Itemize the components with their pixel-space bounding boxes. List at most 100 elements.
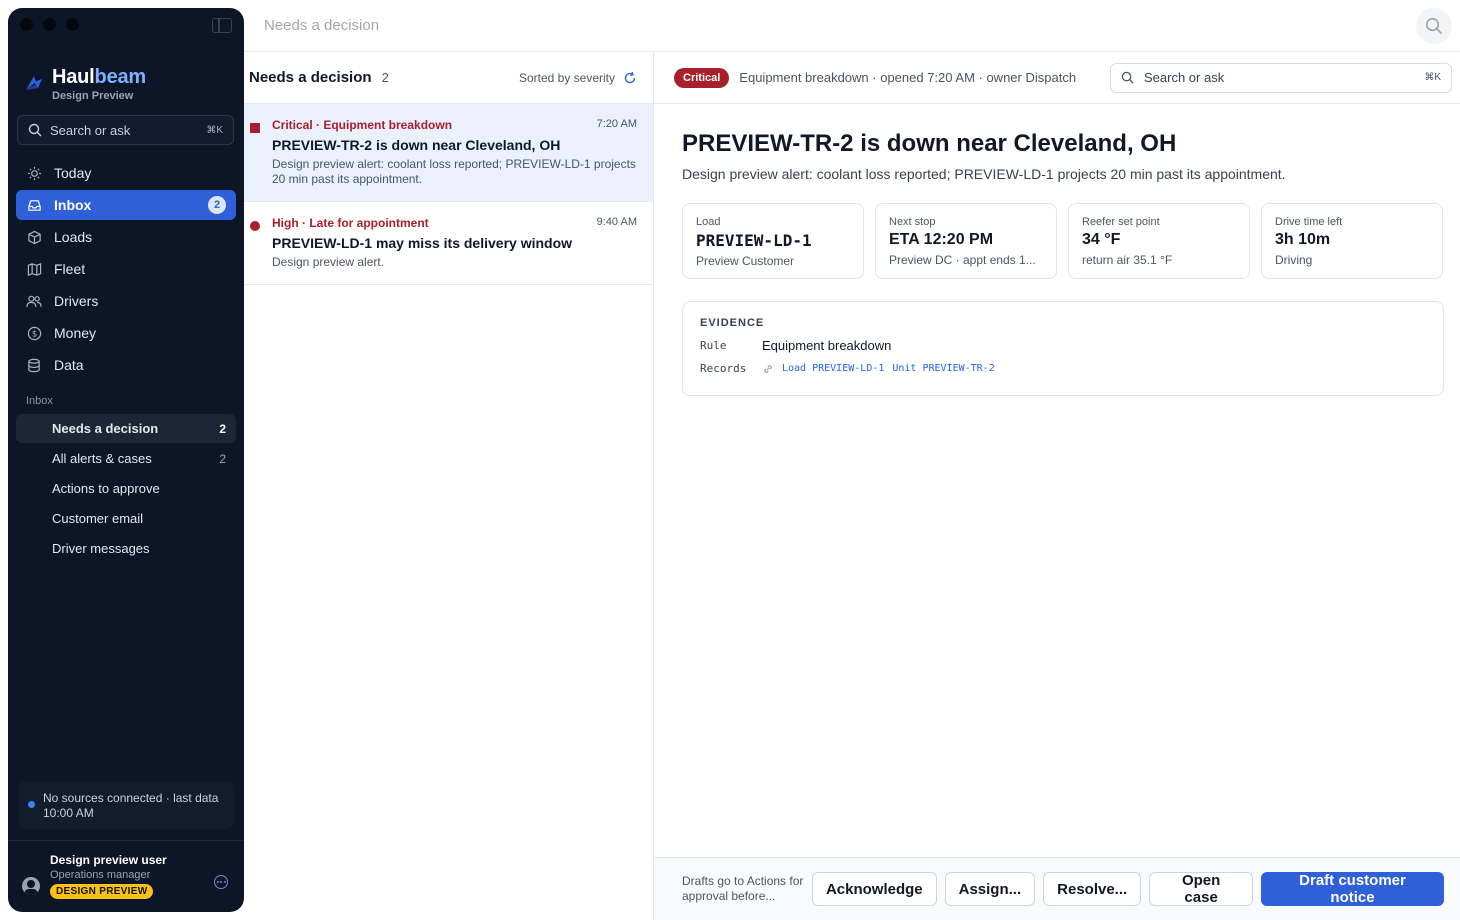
fact-cards: Load PREVIEW-LD-1 Preview Customer Next … bbox=[682, 203, 1443, 279]
open-case-button[interactable]: Open case bbox=[1149, 872, 1254, 906]
link-icon bbox=[764, 364, 772, 373]
detail-search-input[interactable]: Search or ask ⌘K bbox=[1110, 62, 1452, 93]
page-title: Needs a decision bbox=[264, 17, 380, 34]
inbox-count-badge: 2 bbox=[208, 196, 226, 214]
alert-time: 9:40 AM bbox=[596, 216, 637, 228]
nav-item-loads[interactable]: Loads bbox=[16, 222, 236, 252]
inbox-icon bbox=[26, 197, 42, 213]
sort-control[interactable]: Sorted by severity bbox=[519, 71, 637, 85]
dollar-icon: $ bbox=[26, 325, 42, 341]
window-controls bbox=[20, 18, 79, 31]
evidence-rule-value: Equipment breakdown bbox=[762, 338, 892, 353]
more-options-icon[interactable] bbox=[214, 875, 228, 889]
minimize-window-button[interactable] bbox=[43, 18, 56, 31]
alert-tag: Critical · Equipment breakdown bbox=[272, 118, 453, 132]
svg-text:$: $ bbox=[31, 328, 36, 338]
detail-search-placeholder: Search or ask bbox=[1144, 70, 1225, 85]
alert-list-item[interactable]: Critical · Equipment breakdown 7:20 AM P… bbox=[244, 104, 653, 202]
card-value: PREVIEW-LD-1 bbox=[696, 231, 812, 250]
card-value: 34 °F bbox=[1082, 231, 1121, 248]
high-severity-icon bbox=[250, 221, 260, 231]
sub-nav-label: Driver messages bbox=[52, 541, 150, 556]
nav-label: Data bbox=[54, 357, 84, 373]
avatar bbox=[22, 877, 40, 895]
top-bar: Needs a decision bbox=[244, 0, 1460, 52]
list-header: Needs a decision 2 Sorted by severity bbox=[244, 52, 653, 104]
sub-nav-count: 2 bbox=[219, 451, 226, 466]
alert-description: Design preview alert. bbox=[272, 255, 385, 269]
resolve-button[interactable]: Resolve... bbox=[1043, 872, 1142, 906]
evidence-heading: EVIDENCE bbox=[700, 317, 765, 329]
record-links: Load PREVIEW-LD-1 Unit PREVIEW-TR-2 bbox=[762, 363, 995, 375]
sub-nav-driver-messages[interactable]: Driver messages bbox=[16, 534, 236, 563]
connection-status-text: No sources connected · last data 10:00 A… bbox=[43, 791, 219, 820]
draft-customer-notice-button[interactable]: Draft customer notice bbox=[1261, 872, 1444, 906]
evidence-key: Rule bbox=[700, 339, 727, 352]
nav-item-inbox[interactable]: Inbox 2 bbox=[16, 190, 236, 220]
alert-time: 7:20 AM bbox=[596, 118, 637, 130]
critical-severity-icon bbox=[250, 123, 260, 133]
status-dot-icon bbox=[28, 801, 35, 808]
acknowledge-button[interactable]: Acknowledge bbox=[811, 872, 937, 906]
nav-item-money[interactable]: $ Money bbox=[16, 318, 236, 348]
load-card[interactable]: Load PREVIEW-LD-1 Preview Customer bbox=[682, 203, 864, 279]
nav-item-data[interactable]: Data bbox=[16, 350, 236, 380]
nav-item-drivers[interactable]: Drivers bbox=[16, 286, 236, 316]
alert-description: Design preview alert: coolant loss repor… bbox=[272, 157, 636, 186]
card-value: ETA 12:20 PM bbox=[889, 231, 994, 248]
search-icon bbox=[1121, 71, 1134, 84]
refresh-icon[interactable] bbox=[623, 71, 637, 85]
close-window-button[interactable] bbox=[20, 18, 33, 31]
drive-time-card[interactable]: Drive time left 3h 10m Driving bbox=[1261, 203, 1443, 279]
sidebar: Haulbeam Design Preview Search or ask ⌘K… bbox=[8, 8, 244, 912]
main-nav: Today Inbox 2 Loads Fleet Drivers $ Mone… bbox=[16, 158, 236, 382]
card-subtext: Driving bbox=[1275, 253, 1313, 267]
brand-name-part2: beam bbox=[94, 66, 147, 88]
connection-status[interactable]: No sources connected · last data 10:00 A… bbox=[18, 781, 234, 829]
sub-nav-all-alerts[interactable]: All alerts & cases 2 bbox=[16, 444, 236, 473]
card-label: Load bbox=[696, 216, 721, 228]
sort-label: Sorted by severity bbox=[518, 70, 615, 85]
user-menu[interactable]: Design preview user Operations manager D… bbox=[8, 840, 244, 912]
assign-button[interactable]: Assign... bbox=[944, 872, 1036, 906]
search-shortcut: ⌘K bbox=[1424, 72, 1441, 83]
card-label: Next stop bbox=[889, 216, 936, 228]
sub-nav-actions-to-approve[interactable]: Actions to approve bbox=[16, 474, 236, 503]
user-role: Operations manager bbox=[50, 869, 151, 881]
evidence-key: Records bbox=[700, 362, 747, 375]
alert-detail-pane: Critical Equipment breakdown · opened 7:… bbox=[654, 52, 1460, 920]
nav-item-fleet[interactable]: Fleet bbox=[16, 254, 236, 284]
card-label: Drive time left bbox=[1275, 216, 1343, 228]
brand-name-part1: Haul bbox=[52, 66, 95, 88]
drafts-note: Drafts go to Actions for approval before… bbox=[682, 874, 804, 903]
nav-label: Fleet bbox=[54, 261, 86, 277]
alert-heading: PREVIEW-TR-2 is down near Cleveland, OH bbox=[682, 130, 1177, 157]
nav-label: Money bbox=[54, 325, 97, 341]
list-title: Needs a decision bbox=[249, 69, 372, 86]
nav-label: Drivers bbox=[54, 293, 99, 309]
sub-nav-label: Customer email bbox=[52, 511, 144, 526]
box-icon bbox=[26, 229, 42, 245]
nav-item-today[interactable]: Today bbox=[16, 158, 236, 188]
list-count: 2 bbox=[381, 70, 389, 85]
brand-subtitle: Design Preview bbox=[52, 90, 134, 102]
map-icon bbox=[26, 261, 42, 277]
user-name: Design preview user bbox=[50, 853, 167, 867]
sub-nav-customer-email[interactable]: Customer email bbox=[16, 504, 236, 533]
card-subtext: return air 35.1 °F bbox=[1082, 253, 1173, 267]
evidence-rule-row: Rule Equipment breakdown bbox=[700, 338, 1426, 353]
record-link-unit[interactable]: Unit PREVIEW-TR-2 bbox=[892, 363, 994, 374]
alert-meta: Equipment breakdown · opened 7:20 AM · o… bbox=[739, 70, 1077, 85]
alert-list-item[interactable]: High · Late for appointment 9:40 AM PREV… bbox=[244, 202, 653, 285]
brand: Haulbeam Design Preview bbox=[24, 66, 146, 102]
sidebar-toggle-icon[interactable] bbox=[212, 18, 232, 33]
sub-nav-needs-decision[interactable]: Needs a decision 2 bbox=[16, 414, 236, 443]
zoom-window-button[interactable] bbox=[66, 18, 79, 31]
next-stop-card[interactable]: Next stop ETA 12:20 PM Preview DC · appt… bbox=[875, 203, 1057, 279]
reefer-card[interactable]: Reefer set point 34 °F return air 35.1 °… bbox=[1068, 203, 1250, 279]
sidebar-search-input[interactable]: Search or ask ⌘K bbox=[17, 115, 234, 145]
evidence-records-row: Records Load PREVIEW-LD-1 Unit PREVIEW-T… bbox=[700, 362, 1426, 375]
global-search-button[interactable] bbox=[1416, 8, 1452, 44]
evidence-panel: EVIDENCE Rule Equipment breakdown Record… bbox=[682, 301, 1444, 396]
record-link-load[interactable]: Load PREVIEW-LD-1 bbox=[782, 363, 884, 374]
